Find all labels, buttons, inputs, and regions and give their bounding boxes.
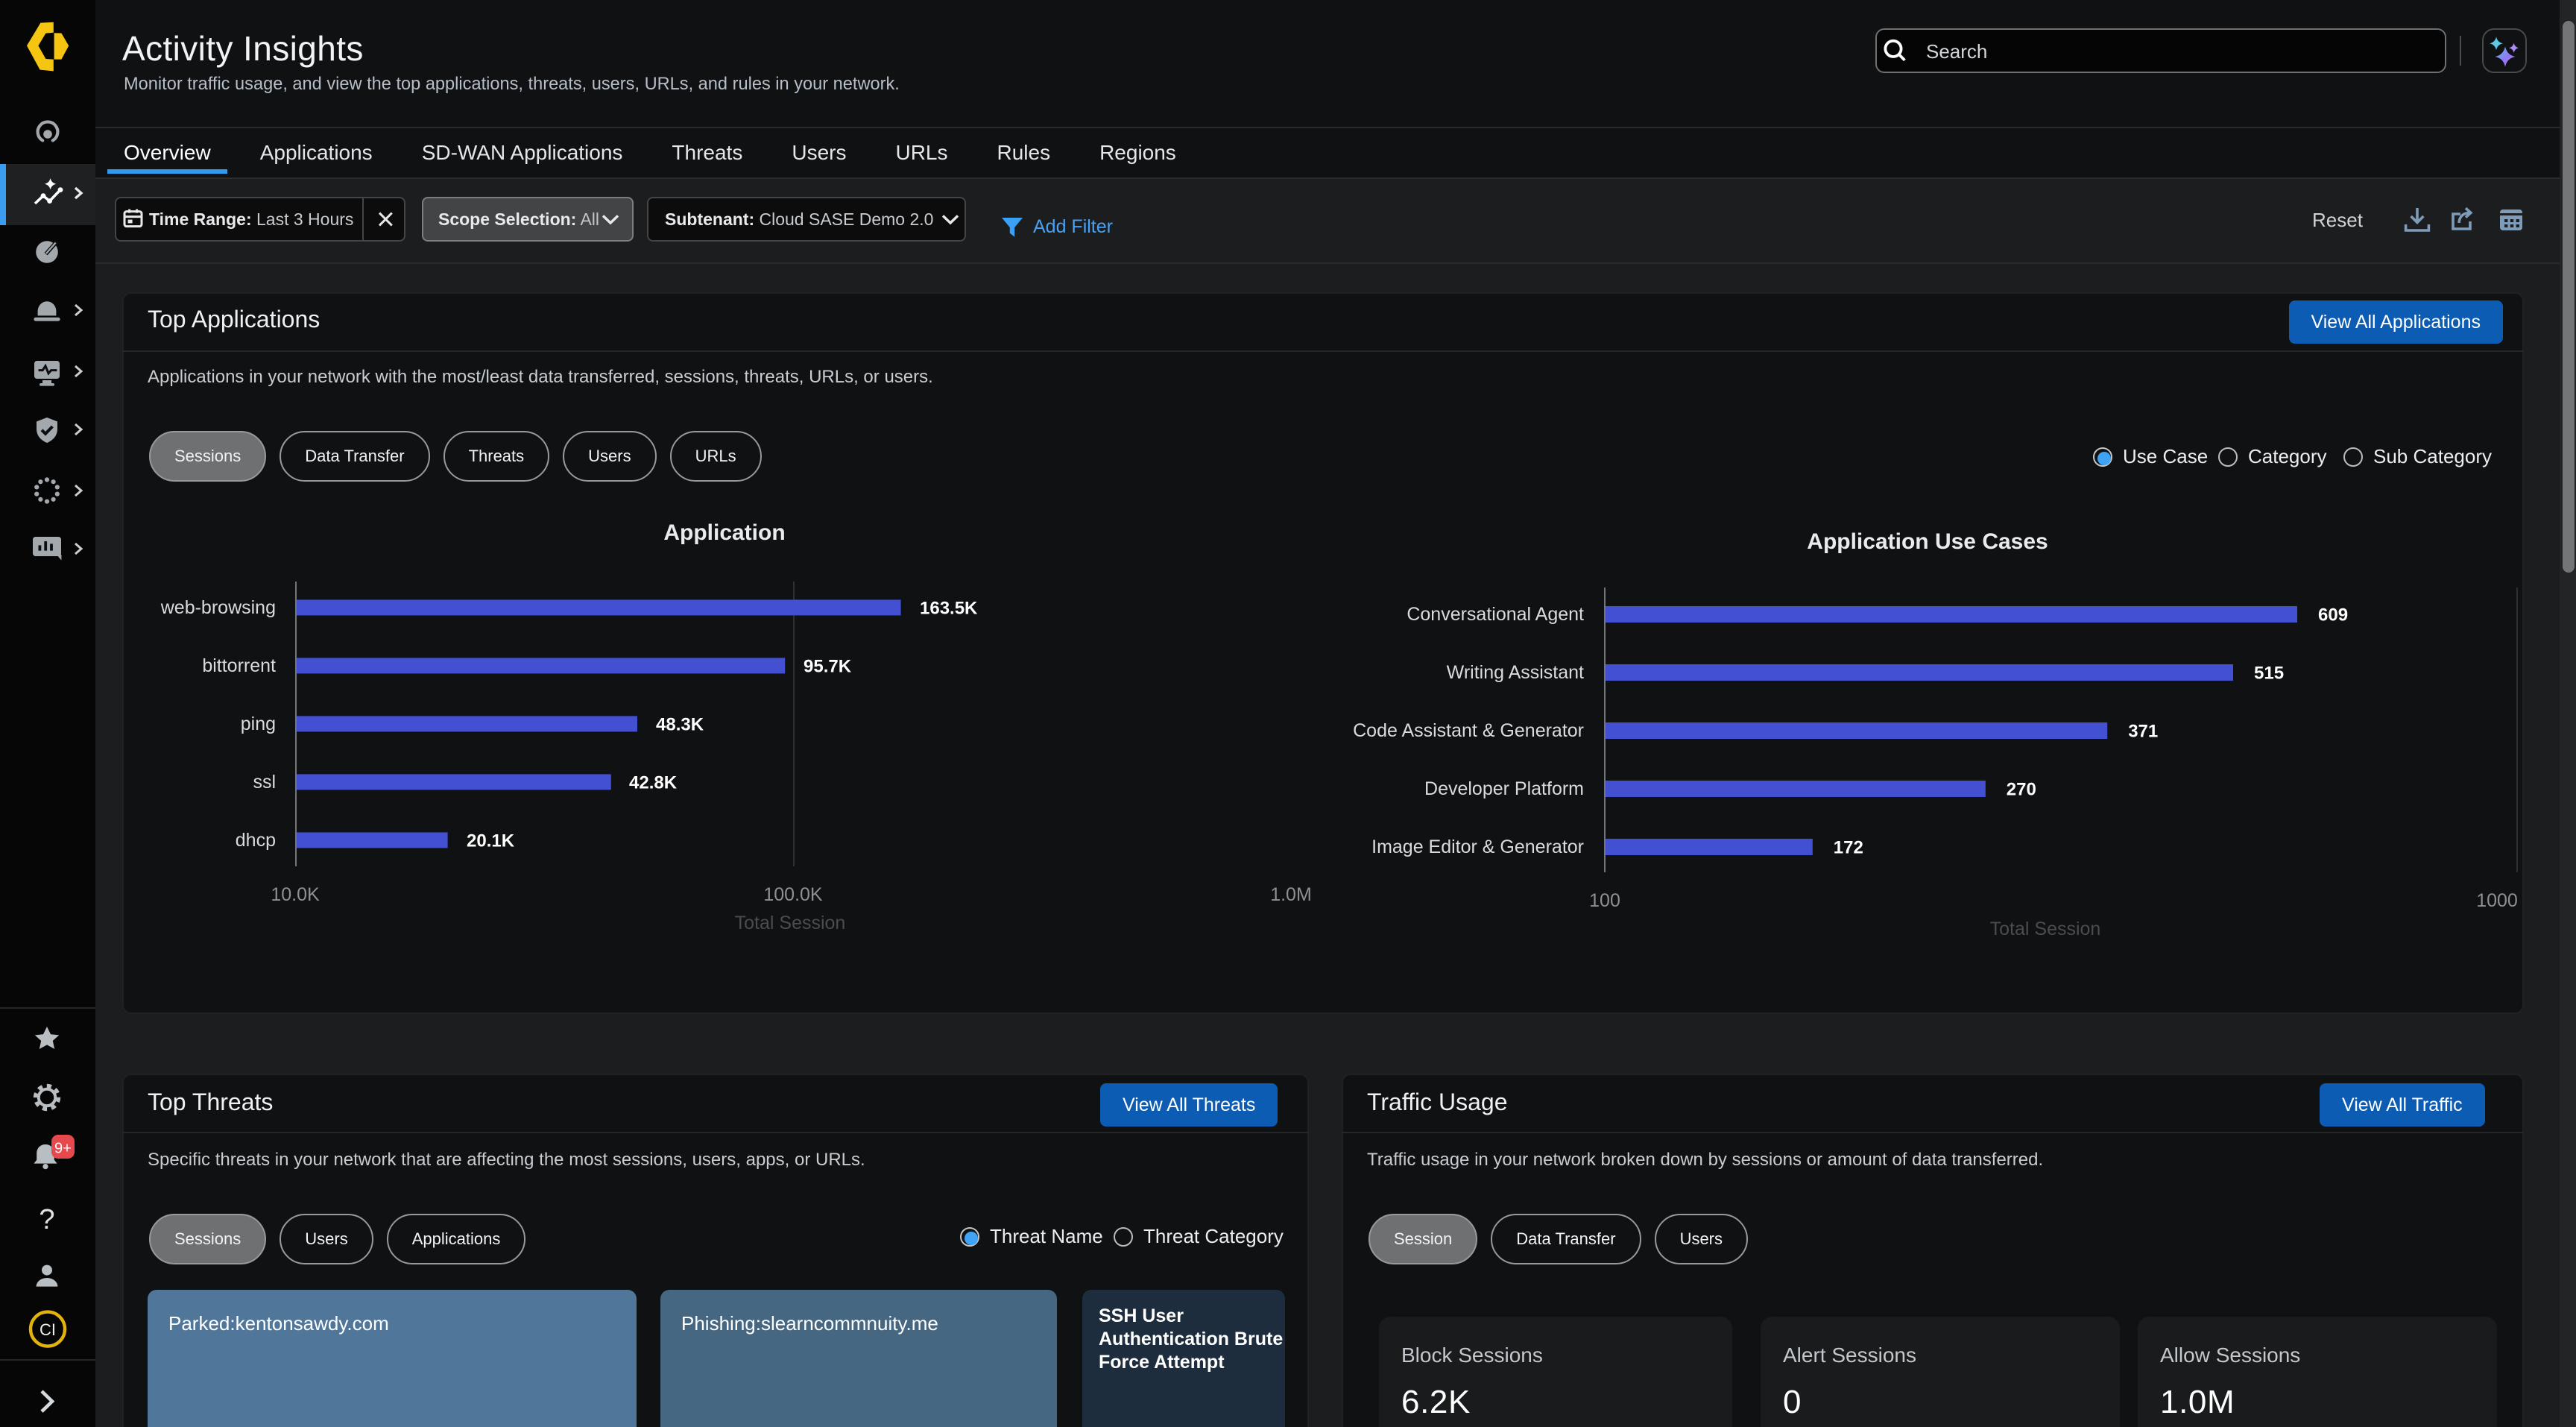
svg-text:web-browsing: web-browsing — [160, 597, 276, 618]
svg-text:100.0K: 100.0K — [763, 884, 823, 905]
svg-text:10.0K: 10.0K — [271, 884, 320, 905]
svg-text:1.0M: 1.0M — [1270, 884, 1312, 905]
svg-text:Application: Application — [663, 520, 785, 545]
svg-text:270: 270 — [2007, 779, 2036, 799]
svg-text:Writing Assistant: Writing Assistant — [1447, 662, 1584, 683]
svg-text:Application Use Cases: Application Use Cases — [1807, 529, 2048, 554]
svg-text:515: 515 — [2254, 663, 2284, 683]
svg-text:172: 172 — [1834, 837, 1863, 857]
svg-text:1000: 1000 — [2476, 890, 2518, 911]
svg-text:Image Editor & Generator: Image Editor & Generator — [1371, 837, 1584, 857]
svg-text:95.7K: 95.7K — [804, 656, 852, 676]
svg-text:bittorrent: bittorrent — [202, 655, 276, 676]
svg-text:20.1K: 20.1K — [467, 831, 515, 851]
svg-text:Code Assistant & Generator: Code Assistant & Generator — [1353, 720, 1584, 741]
svg-text:ssl: ssl — [253, 772, 276, 793]
svg-text:Conversational Agent: Conversational Agent — [1407, 604, 1584, 625]
svg-text:100: 100 — [1589, 890, 1620, 911]
svg-text:ping: ping — [241, 714, 276, 734]
svg-text:163.5K: 163.5K — [920, 598, 978, 618]
svg-text:Total Session: Total Session — [735, 913, 846, 933]
svg-text:609: 609 — [2318, 605, 2348, 625]
svg-text:371: 371 — [2128, 721, 2158, 741]
svg-text:42.8K: 42.8K — [629, 772, 678, 793]
svg-text:48.3K: 48.3K — [656, 714, 704, 734]
svg-text:Total Session: Total Session — [1990, 919, 2101, 939]
svg-text:Developer Platform: Developer Platform — [1424, 778, 1584, 799]
svg-text:dhcp: dhcp — [236, 830, 276, 851]
